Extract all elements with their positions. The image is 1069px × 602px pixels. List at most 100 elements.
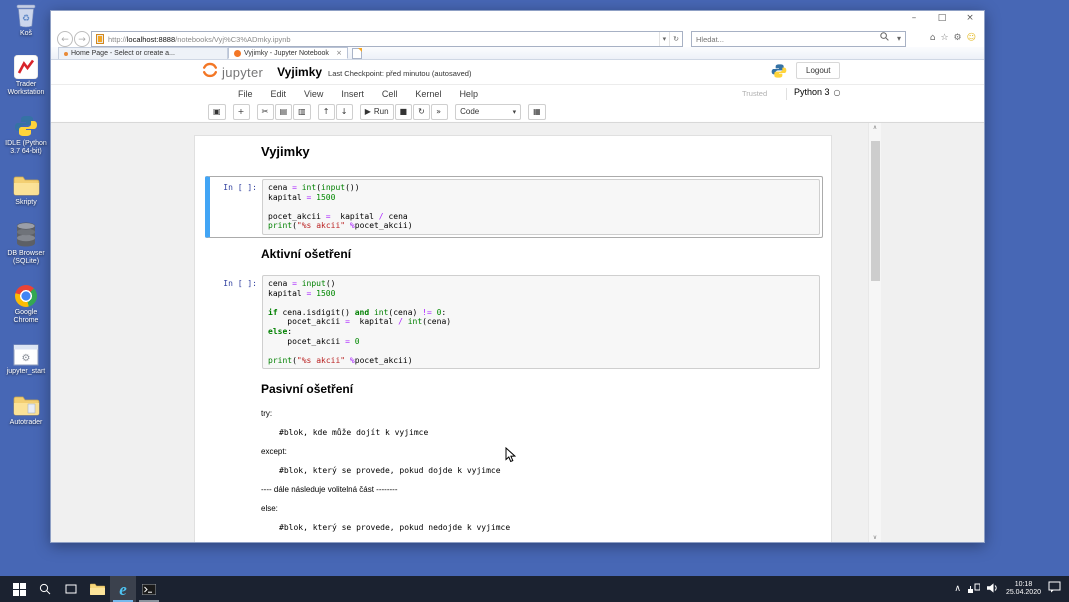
file-explorer-button[interactable] bbox=[84, 576, 110, 602]
home-icon[interactable]: ⌂ bbox=[930, 33, 936, 43]
address-bar[interactable]: http://localhost:8888/notebooks/Vyj%C3%A… bbox=[91, 31, 683, 47]
scroll-up-icon[interactable]: ∧ bbox=[869, 124, 881, 131]
code-line: kapital = 1500 bbox=[268, 193, 814, 203]
start-button[interactable] bbox=[6, 576, 32, 602]
save-button[interactable]: ▣ bbox=[208, 104, 226, 120]
search-dropdown-icon[interactable]: ▾ bbox=[893, 32, 905, 46]
desktop-icon-autotrader-folder[interactable]: Autotrader bbox=[1, 389, 51, 427]
action-center-icon[interactable] bbox=[1048, 580, 1061, 598]
minimize-button[interactable]: – bbox=[906, 13, 922, 23]
code-line: cena = int(input()) bbox=[268, 183, 814, 193]
scroll-down-icon[interactable]: ∨ bbox=[869, 534, 881, 541]
code-line: print("%s akcii" %pocet_akcii) bbox=[268, 221, 814, 231]
maximize-button[interactable]: □ bbox=[934, 13, 950, 23]
tab-bar: Home Page - Select or create a... Vyjimk… bbox=[51, 47, 984, 60]
task-view-button[interactable] bbox=[58, 576, 84, 602]
tab-title: Home Page - Select or create a... bbox=[71, 50, 175, 57]
menu-edit[interactable]: Edit bbox=[262, 89, 296, 99]
refresh-icon[interactable]: ↻ bbox=[669, 32, 682, 46]
volume-icon[interactable] bbox=[987, 580, 999, 598]
favorites-star-icon[interactable]: ☆ bbox=[940, 33, 948, 43]
internet-explorer-button[interactable]: e bbox=[110, 576, 136, 602]
markdown-cell[interactable]: try:#blok, kde může dojít k vyjimceexcep… bbox=[261, 404, 821, 537]
scrollbar-thumb[interactable] bbox=[871, 141, 880, 281]
menu-list: FileEditViewInsertCellKernelHelp bbox=[229, 85, 487, 103]
tray-chevron-icon[interactable]: ∧ bbox=[954, 584, 961, 594]
tab-jupyter-notebook[interactable]: Vyjimky - Jupyter Notebook × bbox=[228, 47, 348, 59]
feedback-smiley-icon[interactable]: ☺ bbox=[967, 33, 976, 43]
tab-close-icon[interactable]: × bbox=[336, 49, 342, 57]
move-cell-down-button[interactable]: ↓ bbox=[336, 104, 353, 120]
run-button[interactable]: ▶Run bbox=[360, 104, 394, 120]
url-segment: localhost:8888 bbox=[127, 35, 175, 44]
desktop-icon-google-chrome[interactable]: Google Chrome bbox=[1, 279, 51, 325]
code-line: cena = input() bbox=[268, 279, 814, 289]
desktop-icon-trader-workstation[interactable]: Trader Workstation bbox=[1, 51, 51, 97]
restart-icon: ↻ bbox=[418, 108, 425, 116]
desktop-icon-jupyter-start[interactable]: ⚙jupyter_start bbox=[1, 338, 51, 376]
back-button[interactable]: ← bbox=[57, 31, 73, 47]
toolbar-group: ▣ bbox=[208, 104, 226, 120]
desktop-icon-idle-python[interactable]: IDLE (Python 3.7 64-bit) bbox=[1, 110, 51, 156]
restart-run-all-button[interactable]: » bbox=[431, 104, 448, 120]
desktop-icon-label: Autotrader bbox=[10, 419, 43, 427]
cell-input[interactable]: cena = input()kapital = 1500 if cena.isd… bbox=[262, 275, 820, 369]
interrupt-kernel-button[interactable]: ■ bbox=[395, 104, 413, 120]
notebook-title[interactable]: Vyjimky bbox=[277, 65, 322, 79]
cell-type-select[interactable]: Code ▾ bbox=[455, 104, 521, 120]
taskbar-search-button[interactable] bbox=[32, 576, 58, 602]
menu-kernel[interactable]: Kernel bbox=[406, 89, 450, 99]
jupyter-brand-text[interactable]: jupyter bbox=[222, 65, 263, 80]
desktop-icon-recycle-bin[interactable]: ♻Koš bbox=[1, 0, 51, 38]
autotrader-folder-icon bbox=[13, 389, 40, 417]
browser-action-icons: ⌂ ☆ ⚙ ☺ bbox=[930, 33, 976, 43]
command-palette-button[interactable]: ▦ bbox=[528, 104, 546, 120]
code-cell-1[interactable]: In [ ]: cena = int(input())kapital = 150… bbox=[205, 176, 823, 238]
desktop-icon-label: Google Chrome bbox=[2, 309, 50, 325]
code-line bbox=[268, 298, 814, 308]
desktop-icon-label: IDLE (Python 3.7 64-bit) bbox=[2, 140, 50, 156]
address-dropdown-icon[interactable]: ▾ bbox=[659, 32, 670, 46]
skripty-folder-icon bbox=[13, 169, 40, 197]
desktop-icon-skripty-folder[interactable]: Skripty bbox=[1, 169, 51, 207]
cut-cell-button[interactable]: ✂ bbox=[257, 104, 274, 120]
scrollbar[interactable]: ∧ ∨ bbox=[868, 123, 881, 542]
menu-insert[interactable]: Insert bbox=[332, 89, 373, 99]
jupyter-menubar: FileEditViewInsertCellKernelHelp Trusted… bbox=[51, 84, 984, 102]
close-button[interactable]: × bbox=[962, 13, 978, 23]
paste-cell-button[interactable]: ▥ bbox=[293, 104, 311, 120]
menu-file[interactable]: File bbox=[229, 89, 262, 99]
windows-logo-icon bbox=[13, 583, 26, 596]
network-icon[interactable] bbox=[968, 580, 980, 598]
jupyter-header: jupyter Vyjimky Last Checkpoint: před mi… bbox=[201, 61, 471, 83]
new-tab-button[interactable] bbox=[352, 48, 362, 59]
search-input[interactable] bbox=[692, 35, 876, 44]
cell-input[interactable]: cena = int(input())kapital = 1500 pocet_… bbox=[262, 179, 820, 235]
menu-help[interactable]: Help bbox=[450, 89, 487, 99]
logout-button[interactable]: Logout bbox=[796, 62, 840, 79]
kernel-idle-icon: ○ bbox=[834, 88, 841, 97]
forward-button[interactable]: → bbox=[74, 31, 90, 47]
arrow-down-icon: ↓ bbox=[341, 108, 348, 116]
taskbar-clock[interactable]: 10:18 25.04.2020 bbox=[1006, 581, 1041, 597]
command-prompt-button[interactable] bbox=[136, 576, 162, 602]
menu-view[interactable]: View bbox=[295, 89, 332, 99]
insert-cell-button[interactable]: + bbox=[233, 104, 250, 120]
menu-cell[interactable]: Cell bbox=[373, 89, 407, 99]
settings-gear-icon[interactable]: ⚙ bbox=[954, 33, 962, 43]
code-line: pocet_akcii = kapital / int(cena) bbox=[268, 317, 814, 327]
tab-home-page[interactable]: Home Page - Select or create a... bbox=[58, 47, 228, 59]
url-segment: http:// bbox=[108, 35, 127, 44]
notebook-page: Vyjimky In [ ]: cena = int(input())kapit… bbox=[194, 135, 832, 542]
code-cell-2[interactable]: In [ ]: cena = input()kapital = 1500 if … bbox=[205, 272, 823, 372]
desktop-icon-db-browser-sqlite[interactable]: DB Browser (SQLite) bbox=[1, 220, 51, 266]
search-icon[interactable] bbox=[876, 32, 893, 46]
move-cell-up-button[interactable]: ↑ bbox=[318, 104, 335, 120]
restart-kernel-button[interactable]: ↻ bbox=[413, 104, 430, 120]
jupyter-logo-icon[interactable] bbox=[201, 61, 219, 84]
clock-time: 10:18 bbox=[1006, 581, 1041, 589]
copy-cell-button[interactable]: ▤ bbox=[275, 104, 293, 120]
kernel-name: Python 3 bbox=[794, 87, 830, 97]
desktop: { "colors":{"desktop":"#4767b5","taskbar… bbox=[0, 0, 1069, 602]
toolbar-group: ▶Run■ ↻ » bbox=[360, 104, 448, 120]
